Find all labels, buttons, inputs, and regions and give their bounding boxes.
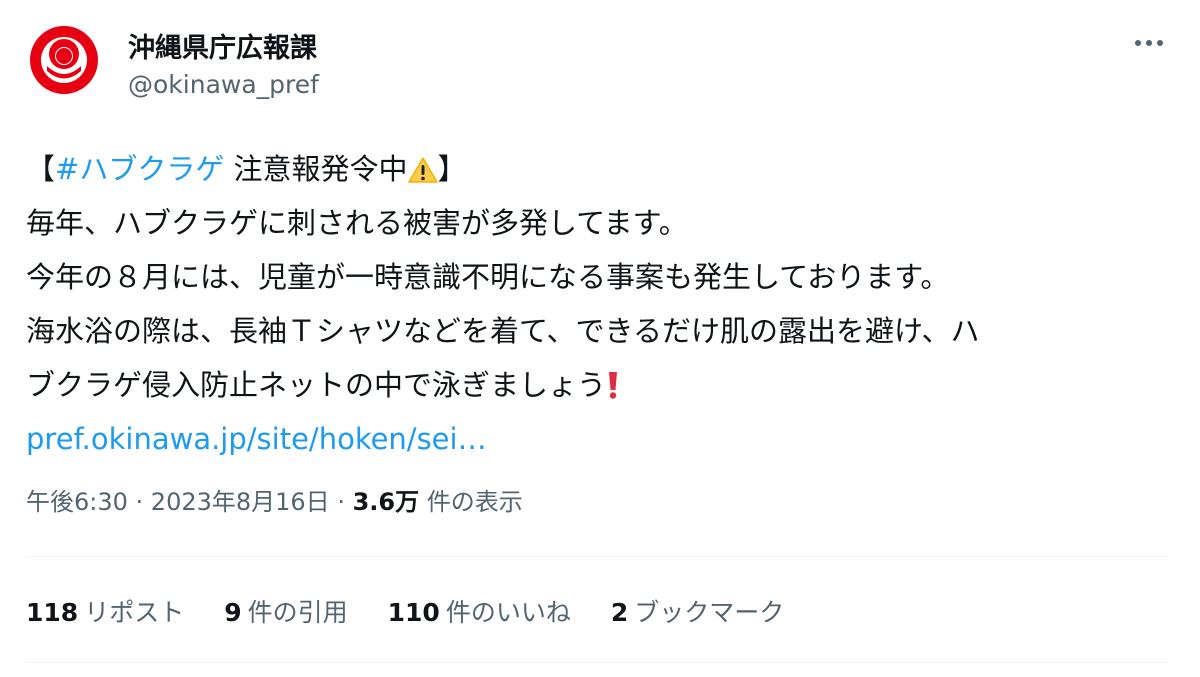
stat-count: 118 [26, 598, 79, 627]
stat-label: リポスト [84, 598, 185, 627]
okinawa-pref-emblem-icon [30, 26, 98, 94]
tweet-date[interactable]: 2023年8月16日 [151, 488, 330, 516]
bracket-open: 【 [26, 152, 56, 186]
stat-reposts[interactable]: 118 リポスト [26, 593, 184, 629]
views-count: 3.6万 [352, 488, 420, 516]
author-display-name[interactable]: 沖縄県庁広報課 [128, 26, 317, 65]
stat-label: ブックマーク [634, 598, 785, 627]
tweet-time[interactable]: 午後6:30 [26, 488, 128, 516]
warning-icon [407, 157, 438, 183]
stat-count: 2 [610, 598, 629, 627]
meta-separator: · [127, 488, 151, 516]
tweet-card: 沖縄県庁広報課 @okinawa_pref 【#ハブクラゲ 注意報発令中 】 毎… [0, 0, 1200, 677]
tweet-line-5-text: ブクラゲ侵入防止ネットの中で泳ぎましょう [26, 368, 607, 402]
stat-label: 件のいいね [445, 598, 571, 627]
red-exclamation-icon [609, 372, 618, 399]
views-label: 件の表示 [419, 488, 523, 516]
divider [26, 556, 1168, 557]
hashtag-link[interactable]: #ハブクラゲ [55, 152, 224, 186]
meta-separator: · [329, 488, 353, 516]
tweet-meta: 午後6:30 · 2023年8月16日 · 3.6万 件の表示 [26, 482, 523, 517]
tweet-text: 【#ハブクラゲ 注意報発令中 】 毎年、ハブクラゲに刺される被害が多発してます。… [26, 142, 1176, 466]
tweet-line-5: ブクラゲ侵入防止ネットの中で泳ぎましょう [26, 358, 1176, 412]
stat-bookmarks[interactable]: 2 ブックマーク [611, 593, 784, 629]
more-horizontal-icon [1135, 40, 1163, 46]
external-link[interactable]: pref.okinawa.jp/site/hoken/sei… [26, 412, 1176, 466]
stat-label: 件の引用 [247, 598, 348, 627]
engagement-stats: 118 リポスト 9 件の引用 110 件のいいね 2 ブックマーク [26, 593, 784, 629]
stat-likes[interactable]: 110 件のいいね [388, 593, 571, 629]
stat-quotes[interactable]: 9 件の引用 [224, 593, 347, 629]
bracket-close: 】 [437, 152, 467, 186]
stat-count: 9 [224, 598, 242, 627]
tweet-line-3: 今年の８月には、児童が一時意識不明になる事案も発生しております。 [26, 260, 950, 294]
headline-text: 注意報発令中 [224, 152, 408, 186]
divider [26, 662, 1168, 663]
stat-count: 110 [387, 598, 440, 627]
more-options-button[interactable] [1128, 26, 1170, 60]
avatar[interactable] [30, 26, 98, 94]
tweet-line-2: 毎年、ハブクラゲに刺される被害が多発してます。 [26, 206, 688, 240]
tweet-headline-line: 【#ハブクラゲ 注意報発令中 】 [26, 142, 1176, 196]
tweet-line-4: 海水浴の際は、長袖Ｔシャツなどを着て、できるだけ肌の露出を避け、ハ [26, 314, 980, 348]
author-handle[interactable]: @okinawa_pref [128, 70, 319, 99]
